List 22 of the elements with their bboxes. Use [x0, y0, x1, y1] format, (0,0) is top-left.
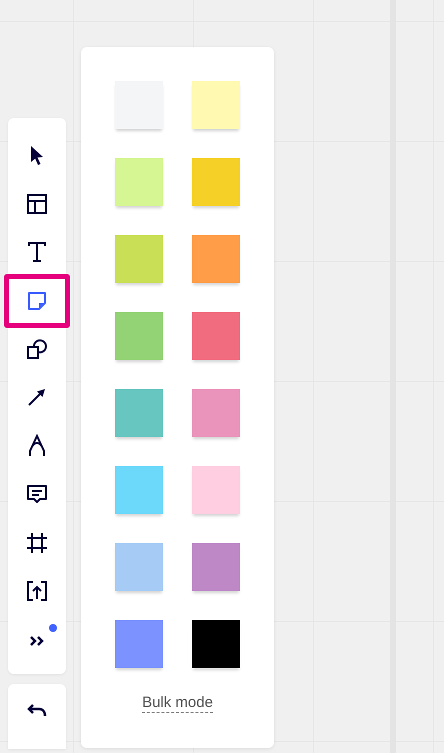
sticky-note-swatch[interactable]: [115, 312, 163, 360]
sticky-note-swatch[interactable]: [192, 466, 240, 514]
sticky-note-swatch[interactable]: [115, 81, 163, 129]
text-icon: [25, 240, 49, 264]
sticky-note-swatch[interactable]: [192, 543, 240, 591]
sticky-note-swatch[interactable]: [192, 312, 240, 360]
frame-icon: [25, 530, 49, 555]
sticky-note-swatch[interactable]: [192, 389, 240, 437]
sticky-note-swatch[interactable]: [115, 620, 163, 668]
sticky-note-swatch[interactable]: [192, 158, 240, 206]
bulk-mode-link[interactable]: Bulk mode: [142, 694, 213, 713]
sticky-note-swatch[interactable]: [115, 235, 163, 283]
sticky-note-swatch[interactable]: [115, 466, 163, 514]
shapes-icon: [25, 336, 49, 361]
sticky-note-swatch[interactable]: [192, 81, 240, 129]
sticky-note-swatch[interactable]: [192, 620, 240, 668]
layout-icon: [25, 192, 49, 216]
sticky-note-swatch[interactable]: [115, 543, 163, 591]
sticky-note-swatch[interactable]: [115, 389, 163, 437]
sticky-note-swatch[interactable]: [115, 158, 163, 206]
upload-icon: [25, 579, 49, 604]
sticky-note-swatch[interactable]: [192, 235, 240, 283]
